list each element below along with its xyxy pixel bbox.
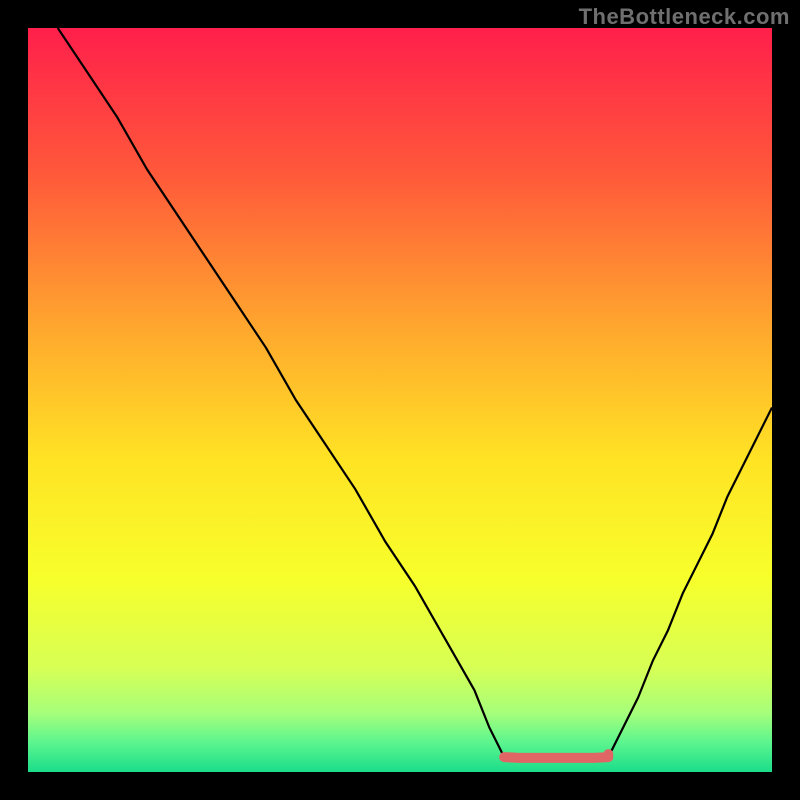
trough-dot: [603, 749, 613, 759]
plot-area: [28, 28, 772, 772]
chart-svg: [28, 28, 772, 772]
series-trough-marker: [504, 757, 608, 758]
chart-stage: TheBottleneck.com: [0, 0, 800, 800]
gradient-bg: [28, 28, 772, 772]
watermark-text: TheBottleneck.com: [579, 4, 790, 30]
